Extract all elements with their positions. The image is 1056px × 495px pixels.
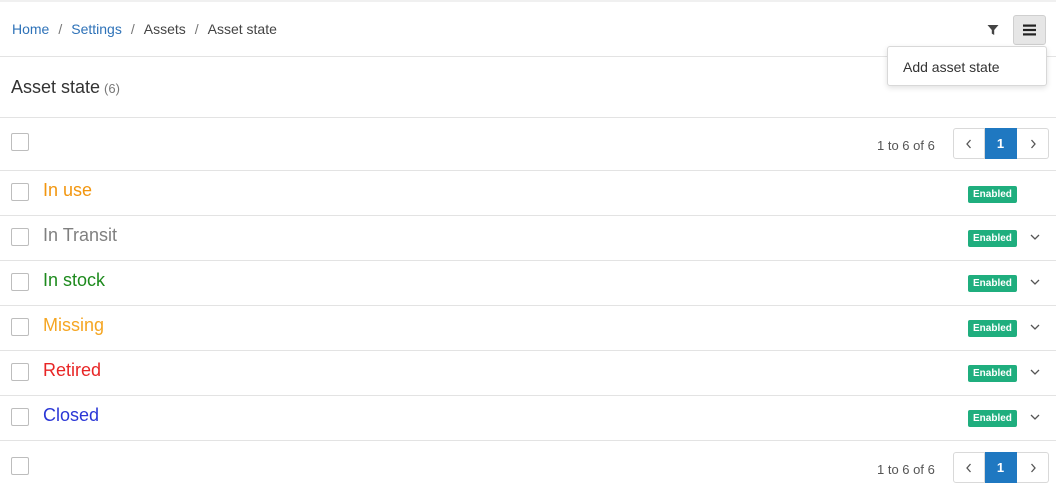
status-badge: Enabled (968, 410, 1017, 427)
select-all-checkbox[interactable] (11, 457, 29, 475)
expand-row-button[interactable] (1027, 274, 1043, 290)
prev-page-button[interactable] (953, 452, 985, 483)
row-checkbox[interactable] (11, 318, 29, 336)
pagination-info: 1 to 6 of 6 (877, 138, 935, 153)
breadcrumb-settings[interactable]: Settings (71, 21, 122, 37)
breadcrumb-assets: Assets (143, 21, 186, 37)
breadcrumb-separator: / (58, 21, 63, 37)
list-item: Missing Enabled (0, 306, 1056, 351)
asset-state-name[interactable]: In stock (43, 270, 105, 291)
asset-state-name[interactable]: Retired (43, 360, 101, 381)
breadcrumb-separator: / (130, 21, 135, 37)
expand-row-button[interactable] (1027, 364, 1043, 380)
list-item: In stock Enabled (0, 261, 1056, 306)
list-item: In use Enabled (0, 171, 1056, 216)
chevron-left-icon (966, 139, 971, 148)
row-checkbox[interactable] (11, 408, 29, 426)
expand-row-button[interactable] (1027, 229, 1043, 245)
prev-page-button[interactable] (953, 128, 985, 159)
menu-button[interactable] (1013, 15, 1046, 45)
pagination-info: 1 to 6 of 6 (877, 462, 935, 477)
page-1-button[interactable]: 1 (985, 452, 1017, 483)
add-asset-state-menu-item[interactable]: Add asset state (903, 59, 1000, 75)
asset-state-name[interactable]: In use (43, 180, 92, 201)
hamburger-menu-icon (1023, 24, 1036, 36)
actions-dropdown: Add asset state (887, 46, 1047, 86)
pagination: 1 (953, 452, 1049, 483)
filter-icon (987, 25, 999, 35)
filter-button[interactable] (978, 16, 1008, 44)
pager-row-top: 1 to 6 of 6 1 (0, 118, 1056, 171)
asset-state-name[interactable]: In Transit (43, 225, 117, 246)
breadcrumb-asset-state: Asset state (207, 21, 277, 37)
chevron-down-icon (1030, 279, 1040, 285)
row-checkbox[interactable] (11, 363, 29, 381)
row-checkbox[interactable] (11, 273, 29, 291)
chevron-right-icon (1030, 463, 1036, 472)
pagination: 1 (953, 128, 1049, 159)
status-badge: Enabled (968, 186, 1017, 203)
next-page-button[interactable] (1017, 452, 1049, 483)
asset-state-name[interactable]: Closed (43, 405, 99, 426)
chevron-down-icon (1030, 414, 1040, 420)
select-all-checkbox[interactable] (11, 133, 29, 151)
chevron-down-icon (1030, 234, 1040, 240)
status-badge: Enabled (968, 230, 1017, 247)
breadcrumb: Home / Settings / Assets / Asset state (12, 21, 277, 37)
breadcrumb-home[interactable]: Home (12, 21, 49, 37)
expand-row-button[interactable] (1027, 409, 1043, 425)
list-item: Retired Enabled (0, 351, 1056, 396)
list-item: Closed Enabled (0, 396, 1056, 441)
expand-row-button[interactable] (1027, 319, 1043, 335)
next-page-button[interactable] (1017, 128, 1049, 159)
breadcrumb-separator: / (194, 21, 199, 37)
chevron-left-icon (966, 463, 971, 472)
row-checkbox[interactable] (11, 183, 29, 201)
pager-row-bottom: 1 to 6 of 6 1 (0, 442, 1056, 495)
page-title: Asset state (6) (11, 77, 120, 98)
page-1-button[interactable]: 1 (985, 128, 1017, 159)
status-badge: Enabled (968, 365, 1017, 382)
asset-state-list: In use Enabled In Transit Enabled In sto… (0, 171, 1056, 441)
page-title-text: Asset state (11, 77, 101, 97)
chevron-down-icon (1030, 324, 1040, 330)
row-checkbox[interactable] (11, 228, 29, 246)
status-badge: Enabled (968, 275, 1017, 292)
status-badge: Enabled (968, 320, 1017, 337)
chevron-right-icon (1030, 139, 1036, 148)
item-count: (6) (104, 81, 120, 96)
chevron-down-icon (1030, 369, 1040, 375)
list-item: In Transit Enabled (0, 216, 1056, 261)
asset-state-name[interactable]: Missing (43, 315, 104, 336)
